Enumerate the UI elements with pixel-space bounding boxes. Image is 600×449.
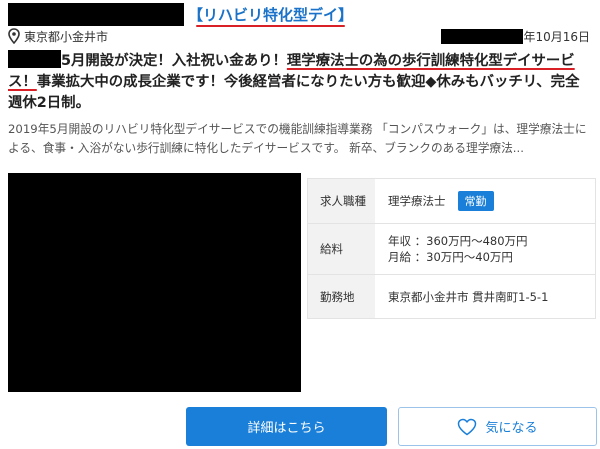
heart-outline-icon [458,418,477,435]
info-row-location: 勤務地 東京都小金井市 貫井南町1-5-1 [308,275,595,318]
salary-monthly: 月給 ：30万円〜40万円 [388,250,513,264]
job-listing-card: 【リハビリ特化型デイ】 東京都小金井市 年10月16日 5月開設が決定！入社祝い… [0,0,600,449]
headline-part3: 事業拡大中の成長企業です！今後経営者になりたい方も歓迎◆休みもバッチリ、完全週休… [8,74,580,111]
job-headline[interactable]: 5月開設が決定！入社祝い金あり！理学療法士の為の歩行訓練特化型デイサービス！事業… [8,50,592,114]
location-text: 東京都小金井市 [24,29,109,44]
salary-label: 給料 [308,224,375,274]
posted-date: 年10月16日 [441,28,590,44]
redacted-year [441,28,524,44]
location-value: 東京都小金井市 貫井南町1-5-1 [388,289,549,304]
map-pin-icon [8,28,20,44]
salary-value-cell: 年収 ：360万円〜480万円 月給 ：30万円〜40万円 [375,233,528,265]
location-row: 東京都小金井市 [8,28,108,44]
info-row-salary: 給料 年収 ：360万円〜480万円 月給 ：30万円〜40万円 [308,224,595,275]
redacted-facility-name [8,2,184,26]
listing-title[interactable]: 【リハビリ特化型デイ】 [8,2,353,27]
salary-annual: 年収 ：360万円〜480万円 [388,234,528,248]
category-tag-link[interactable]: 【リハビリ特化型デイ】 [188,4,353,27]
details-button[interactable]: 詳細はこちら [186,407,387,446]
headline-part1: 5月開設が決定！入社祝い金あり！ [61,53,287,69]
favorite-button[interactable]: 気になる [398,407,597,446]
employment-type-badge: 常勤 [457,191,494,211]
job-description: 2019年5月開設のリハビリ特化型デイサービスでの機能訓練指導業務 「コンパスウ… [8,122,587,155]
job-type-label: 求人職種 [308,179,375,223]
job-info-table: 求人職種 理学療法士 常勤 給料 年収 ：360万円〜480万円 月給 ：30万… [307,178,596,319]
job-type-value: 理学療法士 [388,194,446,208]
redacted-headline-prefix [8,50,61,68]
info-row-job-type: 求人職種 理学療法士 常勤 [308,179,595,224]
redacted-facility-photo [8,173,301,392]
job-type-value-cell: 理学療法士 常勤 [375,191,494,211]
favorite-label: 気になる [485,421,538,436]
location-label: 勤務地 [308,275,375,318]
date-text: 年10月16日 [523,29,590,44]
